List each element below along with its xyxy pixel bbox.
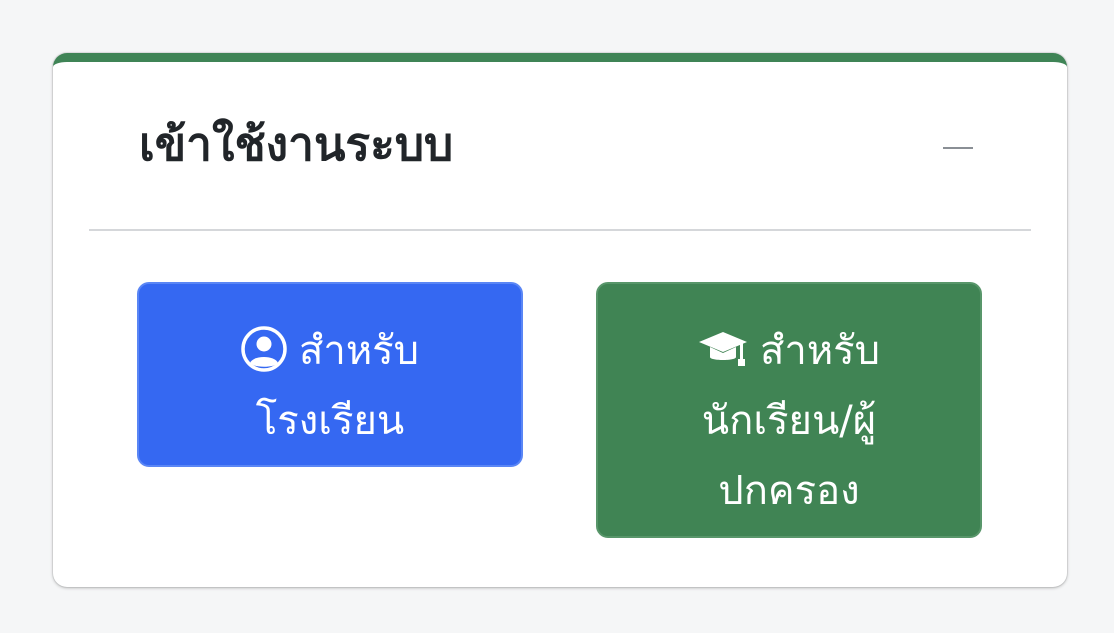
school-button-label-2: โรงเรียน <box>255 397 405 444</box>
school-button-first-line: สำหรับ <box>139 316 521 386</box>
collapse-button[interactable] <box>941 134 975 164</box>
graduation-cap-icon <box>698 332 747 366</box>
card-title: เข้าใช้งานระบบ <box>139 117 454 171</box>
login-card: เข้าใช้งานระบบ สำหรับ โรงเรียน สำหรับ นั… <box>53 53 1067 587</box>
school-button-label-1: สำหรับ <box>298 327 420 374</box>
school-login-button[interactable]: สำหรับ โรงเรียน <box>137 282 523 467</box>
student-button-label-1: สำหรับ <box>759 328 881 374</box>
user-circle-icon <box>241 325 287 372</box>
card-header: เข้าใช้งานระบบ <box>89 62 1031 231</box>
minus-icon <box>943 147 973 149</box>
student-button-label-2: นักเรียน/ผู้ <box>701 398 877 444</box>
student-parent-login-button[interactable]: สำหรับ นักเรียน/ผู้ ปกครอง <box>596 282 982 538</box>
student-button-label-3: ปกครอง <box>718 468 860 514</box>
student-button-first-line: สำหรับ <box>598 316 980 386</box>
